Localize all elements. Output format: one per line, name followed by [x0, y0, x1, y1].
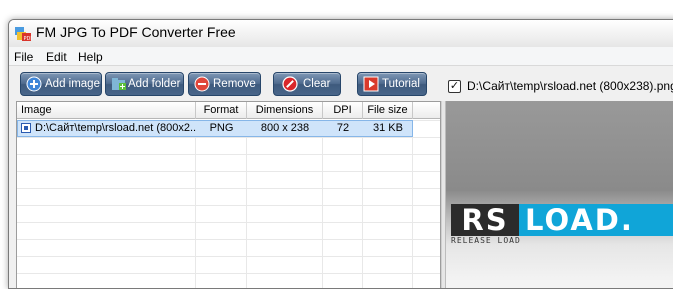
preview-file-path: D:\Сайт\temp\rsload.net (800x238).png [467, 79, 673, 93]
image-list-table[interactable]: Image Format Dimensions DPI File size D:… [16, 101, 441, 288]
logo-load-text: LOAD. [519, 204, 673, 236]
clear-label: Clear [303, 78, 331, 90]
column-header-file-size[interactable]: File size [363, 102, 413, 119]
preview-checkbox[interactable]: ✓ [448, 80, 461, 93]
play-icon [363, 76, 379, 92]
svg-text:PDF: PDF [24, 36, 33, 42]
logo-rs-text: RS [451, 204, 519, 236]
add-image-button[interactable]: Add image [20, 72, 102, 96]
tutorial-button[interactable]: Tutorial [357, 72, 427, 96]
logo-subtitle: RELEASE LOAD [451, 236, 521, 245]
column-header-dpi[interactable]: DPI [323, 102, 363, 119]
row-checkbox[interactable] [21, 123, 31, 133]
title-bar: PDF FM JPG To PDF Converter Free [9, 20, 673, 47]
minus-circle-icon [194, 76, 210, 92]
table-header: Image Format Dimensions DPI File size [17, 102, 440, 119]
add-image-label: Add image [45, 78, 100, 90]
app-window: PDF FM JPG To PDF Converter Free File Ed… [8, 19, 673, 289]
folder-plus-icon [112, 78, 126, 90]
column-header-image[interactable]: Image [17, 102, 196, 119]
preview-header: ✓ D:\Сайт\temp\rsload.net (800x238).png [445, 74, 673, 100]
remove-button[interactable]: Remove [188, 72, 261, 96]
menu-help[interactable]: Help [78, 50, 103, 64]
rsload-logo: RS LOAD. [451, 204, 673, 236]
cell-file-size: 31 KB [373, 122, 403, 134]
cell-dimensions: 800 x 238 [260, 122, 310, 134]
clear-button[interactable]: Clear [273, 72, 341, 96]
menu-edit[interactable]: Edit [46, 50, 67, 64]
column-header-format[interactable]: Format [196, 102, 247, 119]
toolbar: Add image Add folder Remove Clear Tutori… [9, 67, 439, 101]
app-icon: PDF [15, 27, 33, 42]
plus-circle-icon [26, 76, 42, 92]
preview-image-top [446, 101, 673, 191]
no-entry-icon [282, 76, 298, 92]
add-folder-button[interactable]: Add folder [105, 72, 184, 96]
menu-file[interactable]: File [14, 50, 33, 64]
table-body: D:\Сайт\temp\rsload.net (800x2... PNG 80… [17, 120, 440, 288]
add-folder-label: Add folder [128, 78, 181, 90]
window-title: FM JPG To PDF Converter Free [36, 24, 236, 40]
remove-label: Remove [213, 78, 256, 90]
table-row[interactable]: D:\Сайт\temp\rsload.net (800x2... PNG 80… [17, 120, 413, 137]
cell-format: PNG [209, 122, 234, 134]
menu-bar: File Edit Help [9, 47, 673, 66]
cell-image-path: D:\Сайт\temp\rsload.net (800x2... [35, 122, 197, 134]
tutorial-label: Tutorial [382, 78, 420, 90]
column-header-dimensions[interactable]: Dimensions [247, 102, 323, 119]
image-preview: RS LOAD. RELEASE LOAD [445, 101, 673, 288]
cell-dpi: 72 [336, 122, 350, 134]
